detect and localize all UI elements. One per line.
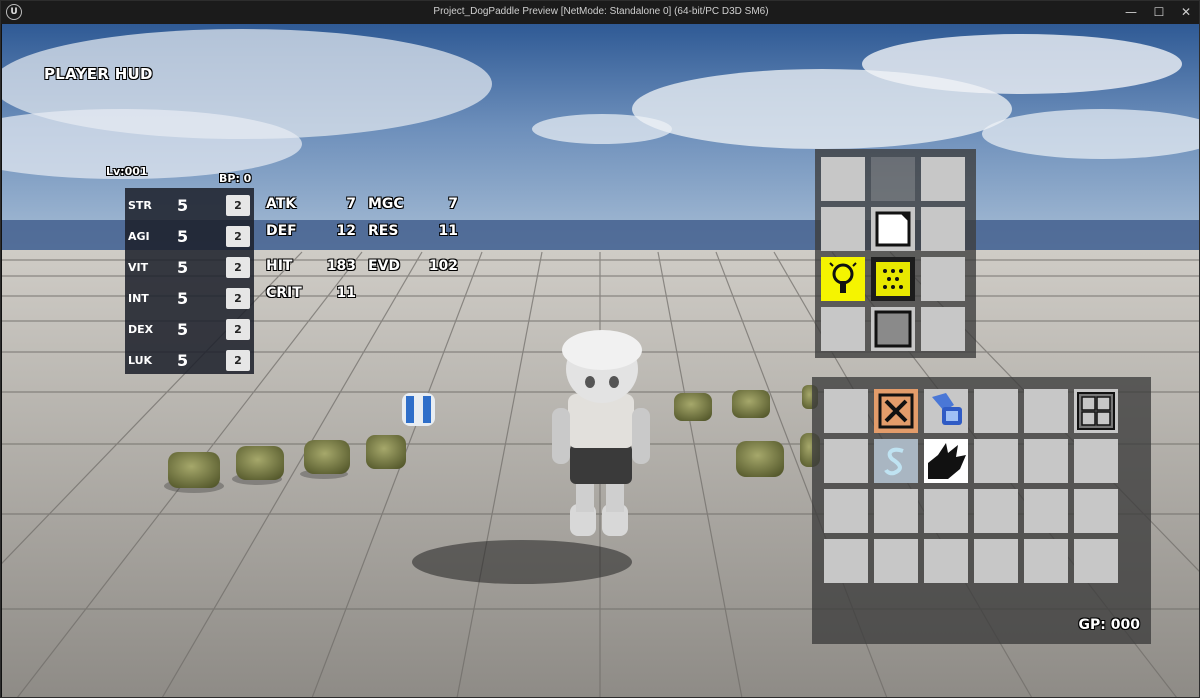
window-grid-icon (1077, 392, 1115, 430)
equipment-panel (815, 149, 976, 358)
derived-stat-label: ATK (266, 196, 297, 212)
derived-stat-label: CRIT (266, 285, 302, 301)
cloud (862, 34, 1182, 94)
inventory-slot[interactable] (1024, 489, 1068, 533)
stat-name: VIT (128, 261, 149, 274)
inventory-slot[interactable] (874, 539, 918, 583)
inventory-slot[interactable] (1074, 539, 1118, 583)
title-bar[interactable]: U Project_DogPaddle Preview [NetMode: St… (1, 1, 1199, 24)
stat-increase-button[interactable]: 2 (226, 319, 250, 340)
inventory-slot[interactable] (824, 389, 868, 433)
stat-increase-button[interactable]: 2 (226, 226, 250, 247)
minimize-button[interactable]: — (1122, 4, 1140, 21)
stat-value: 5 (177, 258, 189, 277)
game-viewport[interactable]: PLAYER HUD Lv:001 BP: 0 STR 5 2 AGI 5 2 … (2, 24, 1199, 697)
inventory-slot[interactable] (824, 539, 868, 583)
gray-block-icon (874, 310, 912, 348)
equipment-slot[interactable] (921, 257, 965, 301)
black-claw-icon (928, 443, 966, 479)
gold-points-label: GP: 000 (1078, 617, 1140, 633)
inventory-slot[interactable] (974, 389, 1018, 433)
equipment-slot[interactable] (871, 257, 915, 301)
inventory-slot[interactable] (824, 489, 868, 533)
derived-stat-label: MGC (368, 196, 404, 212)
inventory-slot[interactable] (974, 439, 1018, 483)
stat-name: STR (128, 199, 152, 212)
stat-increase-button[interactable]: 2 (226, 350, 250, 371)
inventory-slot[interactable] (924, 489, 968, 533)
inventory-slot[interactable] (1024, 539, 1068, 583)
equipment-slot[interactable] (871, 157, 915, 201)
derived-stat-value: 11 (336, 285, 356, 301)
inventory-slot[interactable] (974, 539, 1018, 583)
stat-name: AGI (128, 230, 150, 243)
stat-value: 5 (177, 351, 189, 370)
crossed-box-icon (878, 393, 914, 429)
stat-row-int: INT 5 2 (125, 284, 254, 315)
snake-s-icon (884, 447, 904, 476)
equipment-slot[interactable] (821, 207, 865, 251)
derived-stat-label: EVD (368, 258, 401, 274)
inventory-slot[interactable] (1024, 439, 1068, 483)
derived-stat-label: RES (368, 223, 399, 239)
stat-row-str: STR 5 2 (125, 191, 254, 222)
derived-stat-label: DEF (266, 223, 297, 239)
stat-increase-button[interactable]: 2 (226, 288, 250, 309)
inventory-slot[interactable] (824, 439, 868, 483)
stat-row-vit: VIT 5 2 (125, 253, 254, 284)
equipment-slot[interactable] (921, 157, 965, 201)
derived-stat-value: 7 (448, 196, 458, 212)
inventory-slot[interactable] (874, 389, 918, 433)
inventory-slot[interactable] (924, 539, 968, 583)
derived-stat-value: 12 (336, 223, 356, 239)
stat-panel: STR 5 2 AGI 5 2 VIT 5 2 INT 5 2 DEX 5 2 … (125, 188, 254, 374)
maximize-button[interactable]: ☐ (1150, 4, 1168, 21)
stat-increase-button[interactable]: 2 (226, 257, 250, 278)
derived-stat-value: 183 (326, 258, 356, 274)
equipment-slot[interactable] (821, 307, 865, 351)
stat-name: DEX (128, 323, 154, 336)
derived-stat-value: 11 (438, 223, 458, 239)
inventory-slot[interactable] (1024, 389, 1068, 433)
stat-name: INT (128, 292, 149, 305)
inventory-slot[interactable] (1074, 439, 1118, 483)
inventory-slot[interactable] (874, 439, 918, 483)
window-title: Project_DogPaddle Preview [NetMode: Stan… (433, 6, 769, 17)
equipment-slot[interactable] (921, 207, 965, 251)
stat-value: 5 (177, 227, 189, 246)
lightbulb-icon (829, 262, 857, 293)
derived-stat-value: 7 (346, 196, 356, 212)
stat-value: 5 (177, 320, 189, 339)
cloud (532, 114, 672, 144)
inventory-slot[interactable] (924, 439, 968, 483)
equipment-slot[interactable] (821, 157, 865, 201)
stat-name: LUK (128, 354, 153, 367)
level-label: Lv:001 (106, 165, 148, 178)
equipment-slot[interactable] (921, 307, 965, 351)
derived-stat-value: 102 (428, 258, 458, 274)
bonus-points-label: BP: 0 (219, 172, 252, 185)
paper-sheet-icon (875, 211, 911, 247)
equipment-slot[interactable] (871, 207, 915, 251)
inventory-slot[interactable] (1074, 389, 1118, 433)
stat-value: 5 (177, 289, 189, 308)
close-button[interactable]: ✕ (1177, 4, 1195, 21)
inventory-slot[interactable] (1074, 489, 1118, 533)
stat-value: 5 (177, 196, 189, 215)
inventory-slot[interactable] (924, 389, 968, 433)
stat-row-luk: LUK 5 2 (125, 346, 254, 377)
derived-stat-label: HIT (266, 258, 293, 274)
hud-title: PLAYER HUD (44, 65, 153, 83)
inventory-panel: GP: 000 (812, 377, 1151, 644)
dotted-block-icon (876, 262, 910, 296)
equipment-slot[interactable] (821, 257, 865, 301)
game-window: U Project_DogPaddle Preview [NetMode: St… (0, 0, 1200, 698)
blue-robot-icon (932, 393, 962, 425)
equipment-slot[interactable] (871, 307, 915, 351)
stat-row-agi: AGI 5 2 (125, 222, 254, 253)
stat-increase-button[interactable]: 2 (226, 195, 250, 216)
stat-row-dex: DEX 5 2 (125, 315, 254, 346)
inventory-slot[interactable] (874, 489, 918, 533)
inventory-slot[interactable] (974, 489, 1018, 533)
